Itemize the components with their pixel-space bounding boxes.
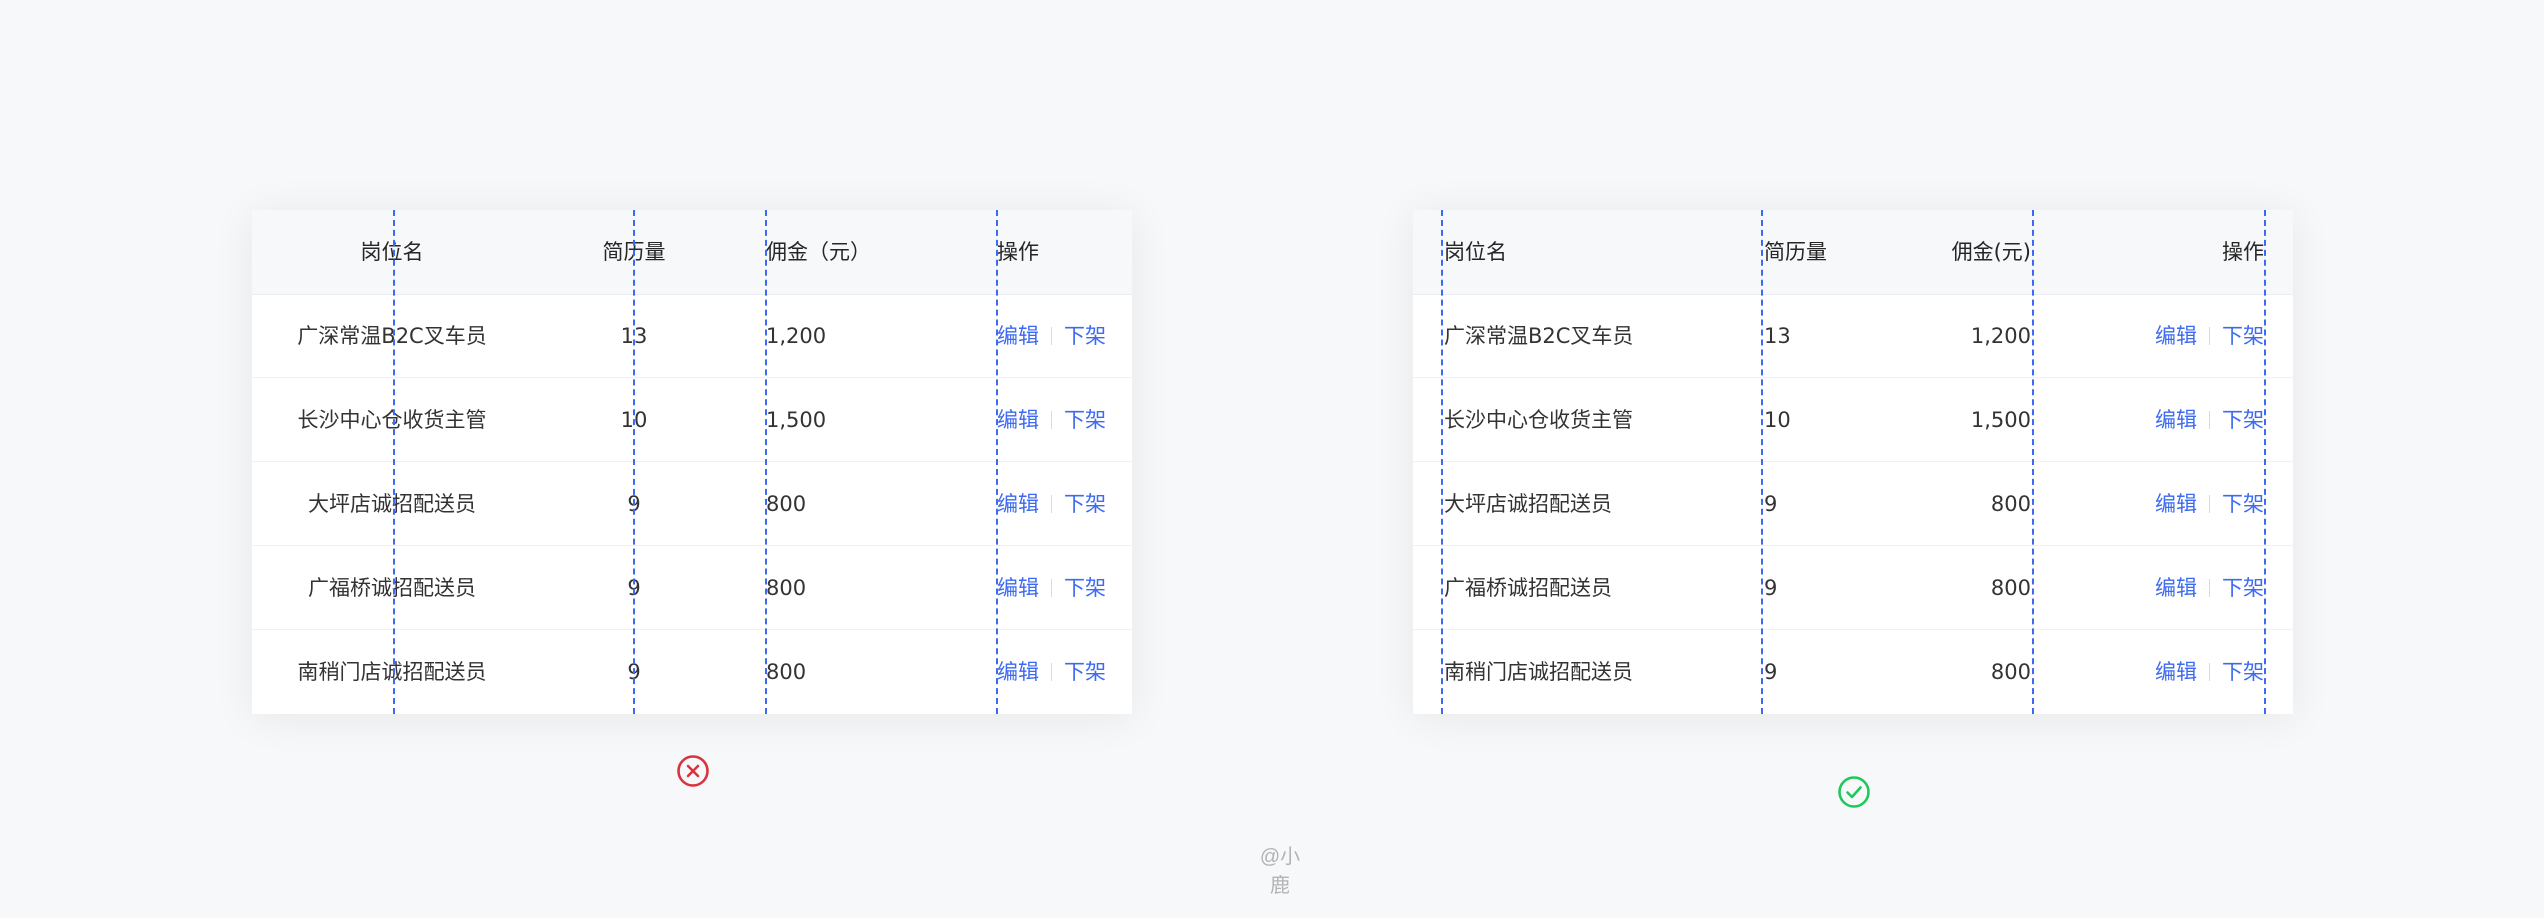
off-shelf-link[interactable]: 下架 — [2222, 408, 2264, 432]
actions-cell: 编辑 下架 — [2155, 378, 2264, 462]
column-header-commission: 佣金(元) — [1951, 240, 2031, 264]
commission-cell: 800 — [766, 660, 807, 684]
action-divider — [2209, 579, 2210, 597]
column-header-actions: 操作 — [2222, 240, 2264, 264]
column-header-resume-count: 简历量 — [602, 240, 666, 264]
table-row: 长沙中心仓收货主管 10 1,500 编辑 下架 — [1413, 378, 2293, 462]
table-header: 岗位名 简历量 佣金（元） 操作 — [252, 210, 1132, 295]
position-name-cell: 大坪店诚招配送员 — [308, 492, 476, 516]
commission-cell: 800 — [766, 492, 807, 516]
actions-cell: 编辑 下架 — [2155, 294, 2264, 378]
column-header-resume-count: 简历量 — [1764, 240, 1827, 264]
off-shelf-link[interactable]: 下架 — [2222, 492, 2264, 516]
edit-link[interactable]: 编辑 — [2155, 660, 2197, 684]
actions-cell: 编辑 下架 — [2155, 462, 2264, 546]
edit-link[interactable]: 编辑 — [2155, 408, 2197, 432]
action-divider — [1051, 327, 1052, 345]
table-row: 广深常温B2C叉车员 13 1,200 编辑 下架 — [1413, 294, 2293, 378]
position-name-cell: 广福桥诚招配送员 — [1444, 576, 1612, 600]
off-shelf-link[interactable]: 下架 — [1064, 324, 1106, 348]
resume-count-cell: 10 — [620, 408, 648, 432]
action-divider — [1051, 579, 1052, 597]
actions-cell: 编辑 下架 — [997, 378, 1106, 462]
watermark-credit: @小鹿 — [1259, 846, 1301, 897]
off-shelf-link[interactable]: 下架 — [2222, 324, 2264, 348]
table-row: 长沙中心仓收货主管 10 1,500 编辑 下架 — [252, 378, 1132, 462]
commission-cell: 800 — [1990, 576, 2031, 600]
resume-count-cell: 9 — [627, 660, 641, 684]
commission-cell: 1,500 — [766, 408, 827, 432]
off-shelf-link[interactable]: 下架 — [1064, 576, 1106, 600]
edit-link[interactable]: 编辑 — [997, 576, 1039, 600]
position-name-cell: 广福桥诚招配送员 — [308, 576, 476, 600]
table-row: 大坪店诚招配送员 9 800 编辑 下架 — [1413, 462, 2293, 546]
actions-cell: 编辑 下架 — [997, 630, 1106, 714]
off-shelf-link[interactable]: 下架 — [1064, 660, 1106, 684]
resume-count-cell: 9 — [627, 576, 641, 600]
commission-cell: 800 — [766, 576, 807, 600]
edit-link[interactable]: 编辑 — [2155, 492, 2197, 516]
circle-check-mark — [1846, 786, 1862, 799]
circle-x-cross — [686, 764, 700, 778]
resume-count-cell: 9 — [1764, 576, 1778, 600]
action-divider — [2209, 411, 2210, 429]
resume-count-cell: 13 — [1764, 324, 1791, 348]
column-header-actions: 操作 — [997, 240, 1039, 264]
action-divider — [2209, 663, 2210, 681]
position-name-cell: 广深常温B2C叉车员 — [1444, 324, 1634, 348]
off-shelf-link[interactable]: 下架 — [1064, 408, 1106, 432]
column-header-position-name: 岗位名 — [1444, 240, 1507, 264]
circle-x-icon — [677, 755, 709, 787]
edit-link[interactable]: 编辑 — [2155, 324, 2197, 348]
table-header: 岗位名 简历量 佣金(元) 操作 — [1413, 210, 2293, 295]
resume-count-cell: 13 — [620, 324, 648, 348]
resume-count-cell: 9 — [627, 492, 641, 516]
resume-count-cell: 10 — [1764, 408, 1791, 432]
edit-link[interactable]: 编辑 — [997, 492, 1039, 516]
off-shelf-link[interactable]: 下架 — [2222, 660, 2264, 684]
position-name-cell: 大坪店诚招配送员 — [1444, 492, 1612, 516]
circle-check-ring — [1838, 776, 1870, 808]
edit-link[interactable]: 编辑 — [2155, 576, 2197, 600]
edit-link[interactable]: 编辑 — [997, 660, 1039, 684]
table-incorrect-example: 岗位名 简历量 佣金（元） 操作 广深常温B2C叉车员 13 1,200 编辑下… — [252, 210, 1132, 714]
table-correct-example: 岗位名 简历量 佣金(元) 操作 广深常温B2C叉车员 13 1,200 编辑下… — [1413, 210, 2293, 714]
action-divider — [1051, 495, 1052, 513]
actions-cell: 编辑 下架 — [997, 546, 1106, 630]
table-row: 广福桥诚招配送员 9 800 编辑 下架 — [252, 546, 1132, 630]
table-row: 南稍门店诚招配送员 9 800 编辑 下架 — [252, 630, 1132, 714]
edit-link[interactable]: 编辑 — [997, 324, 1039, 348]
off-shelf-link[interactable]: 下架 — [1064, 492, 1106, 516]
action-divider — [2209, 495, 2210, 513]
position-name-cell: 南稍门店诚招配送员 — [1444, 660, 1633, 684]
commission-cell: 800 — [1990, 492, 2031, 516]
off-shelf-link[interactable]: 下架 — [2222, 576, 2264, 600]
position-name-cell: 长沙中心仓收货主管 — [297, 408, 487, 432]
table-row: 广福桥诚招配送员 9 800 编辑 下架 — [1413, 546, 2293, 630]
commission-cell: 800 — [1990, 660, 2031, 684]
actions-cell: 编辑 下架 — [2155, 630, 2264, 714]
actions-cell: 编辑 下架 — [997, 294, 1106, 378]
resume-count-cell: 9 — [1764, 660, 1778, 684]
column-header-position-name: 岗位名 — [360, 240, 424, 264]
edit-link[interactable]: 编辑 — [997, 408, 1039, 432]
table-row: 广深常温B2C叉车员 13 1,200 编辑 下架 — [252, 294, 1132, 378]
position-name-cell: 广深常温B2C叉车员 — [297, 324, 487, 348]
table-row: 南稍门店诚招配送员 9 800 编辑 下架 — [1413, 630, 2293, 714]
position-name-cell: 南稍门店诚招配送员 — [297, 660, 487, 684]
table-row: 大坪店诚招配送员 9 800 编辑 下架 — [252, 462, 1132, 546]
actions-cell: 编辑 下架 — [997, 462, 1106, 546]
circle-check-icon — [1838, 776, 1870, 808]
commission-cell: 1,500 — [1970, 408, 2031, 432]
action-divider — [2209, 327, 2210, 345]
action-divider — [1051, 663, 1052, 681]
action-divider — [1051, 411, 1052, 429]
commission-cell: 1,200 — [1970, 324, 2031, 348]
resume-count-cell: 9 — [1764, 492, 1778, 516]
actions-cell: 编辑 下架 — [2155, 546, 2264, 630]
column-header-commission: 佣金（元） — [766, 240, 871, 264]
commission-cell: 1,200 — [766, 324, 827, 348]
position-name-cell: 长沙中心仓收货主管 — [1444, 408, 1633, 432]
